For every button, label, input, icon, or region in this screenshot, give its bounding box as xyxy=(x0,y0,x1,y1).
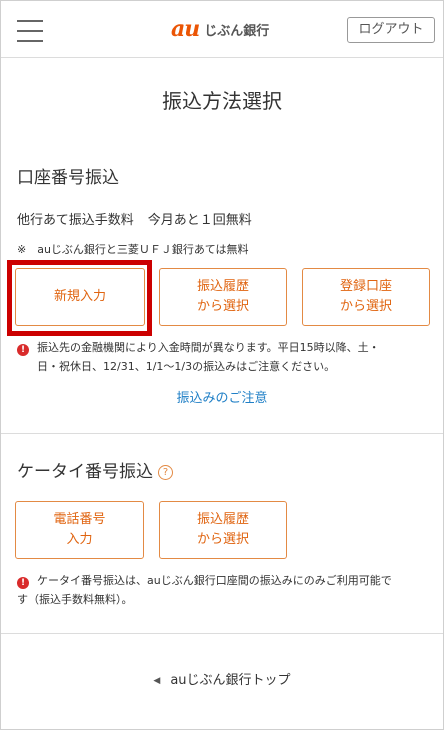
phone-transfer-section-title: ケータイ番号振込? xyxy=(17,457,173,482)
fee-label: 他行あて振込手数料 xyxy=(17,213,134,228)
logout-button[interactable]: ログアウト xyxy=(347,17,435,43)
notice-line-2: 日・祝休日、12/31、1/1～1/3の振込みはご注意ください。 xyxy=(37,360,336,373)
page-title: 振込方法選択 xyxy=(162,89,282,113)
menu-bar xyxy=(17,40,43,42)
phone-history-label-line1: 振込履歴 xyxy=(196,512,249,527)
phone-label-line2: 入力 xyxy=(66,532,93,547)
phone-history-label-line2: から選択 xyxy=(196,532,249,547)
phone-label-line1: 電話番号 xyxy=(53,512,106,527)
transfer-caution-link[interactable]: 振込みのご注意 xyxy=(1,387,443,406)
hamburger-menu-icon[interactable] xyxy=(17,19,43,43)
free-transfer-note: ※ auじぶん銀行と三菱ＵＦＪ銀行あては無料 xyxy=(17,243,249,256)
phone-notice-line-1: ! ケータイ番号振込は、auじぶん銀行口座間の振込みにのみご利用可能で xyxy=(17,571,427,590)
new-input-label: 新規入力 xyxy=(53,289,106,304)
section-divider xyxy=(1,433,443,434)
menu-bar xyxy=(17,20,43,22)
logo-au: au xyxy=(171,16,200,42)
menu-bar xyxy=(17,30,43,32)
registered-label-line1: 登録口座 xyxy=(339,279,392,294)
transfer-time-notice: ! 振込先の金融機関により入金時間が異なります。平日15時以降、土・ 日・祝休日、… xyxy=(17,338,427,376)
registered-label-line2: から選択 xyxy=(339,299,392,314)
logo-bank-name: じぶん銀行 xyxy=(204,23,270,39)
transfer-fee-info: 他行あて振込手数料 今月あと１回無料 xyxy=(17,209,252,228)
phone-number-input-button[interactable]: 電話番号 入力 xyxy=(15,501,144,559)
bank-logo[interactable]: au じぶん銀行 xyxy=(171,16,270,42)
registered-account-button[interactable]: 登録口座 から選択 xyxy=(302,268,430,326)
header: au じぶん銀行 ログアウト xyxy=(1,1,443,58)
phone-section-title-text: ケータイ番号振込 xyxy=(17,462,153,482)
account-transfer-section-title: 口座番号振込 xyxy=(17,168,119,188)
bank-top-label: auじぶん銀行トップ xyxy=(170,673,291,688)
bank-top-link[interactable]: ◀ auじぶん銀行トップ xyxy=(1,669,443,688)
phone-transfer-notice: ! ケータイ番号振込は、auじぶん銀行口座間の振込みにのみご利用可能で す（振込手… xyxy=(17,571,427,609)
fee-free-count: 今月あと１回無料 xyxy=(147,213,252,228)
app-frame: au じぶん銀行 ログアウト 振込方法選択 口座番号振込 他行あて振込手数料 今月… xyxy=(0,0,444,730)
phone-transfer-history-button[interactable]: 振込履歴 から選択 xyxy=(159,501,287,559)
alert-icon: ! xyxy=(17,577,29,589)
footer-divider xyxy=(1,633,443,634)
notice-line-1: ! 振込先の金融機関により入金時間が異なります。平日15時以降、土・ xyxy=(17,338,427,357)
transfer-history-button[interactable]: 振込履歴 から選択 xyxy=(159,268,287,326)
question-circle-icon[interactable]: ? xyxy=(158,465,173,480)
new-input-button[interactable]: 新規入力 xyxy=(15,268,145,326)
alert-icon: ! xyxy=(17,344,29,356)
left-triangle-icon: ◀ xyxy=(153,676,161,686)
history-label-line1: 振込履歴 xyxy=(196,279,249,294)
phone-notice-line-2: す（振込手数料無料）。 xyxy=(17,593,133,606)
history-label-line2: から選択 xyxy=(196,299,249,314)
